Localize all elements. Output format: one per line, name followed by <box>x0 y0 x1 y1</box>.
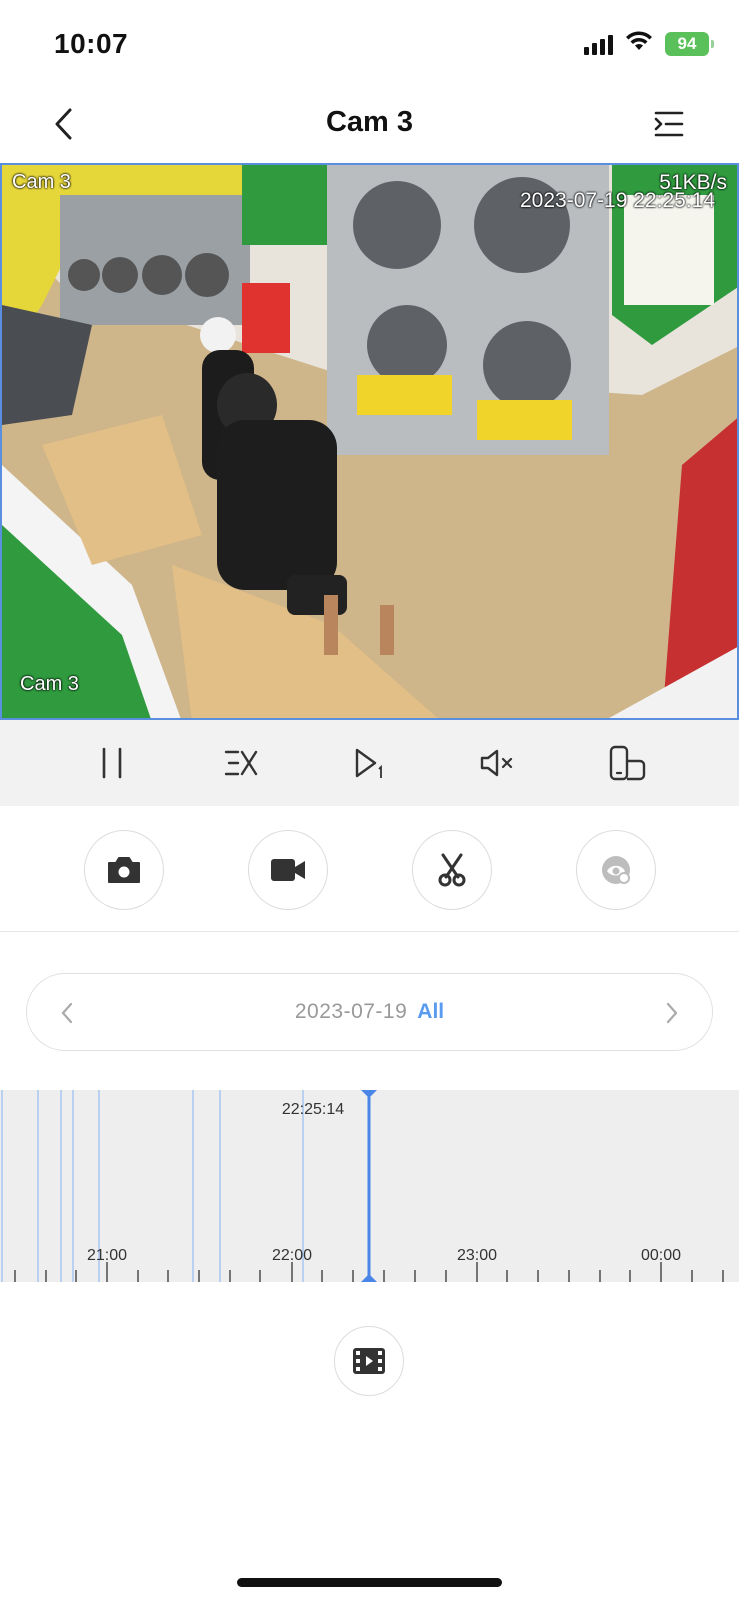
playback-timeline[interactable]: 21:00 22:00 23:00 00:00 22:25:14 <box>0 1090 739 1282</box>
recording-markers <box>1 1090 304 1282</box>
chevron-right-icon <box>666 1002 678 1024</box>
capture-tools <box>0 806 739 932</box>
hour-label: 22:00 <box>272 1247 312 1264</box>
cellular-signal-icon <box>584 33 613 55</box>
channel-menu-button[interactable] <box>647 102 691 146</box>
frame-step-icon <box>356 748 383 778</box>
frame-step-button[interactable] <box>339 733 399 793</box>
date-display[interactable]: 2023-07-19 All <box>27 1000 712 1024</box>
status-indicators: 94 <box>584 30 714 57</box>
hour-label: 00:00 <box>641 1247 681 1264</box>
battery-level: 94 <box>677 33 697 53</box>
page-title: Cam 3 <box>325 106 414 138</box>
record-video-icon <box>271 859 305 881</box>
camera-feed-image <box>2 165 737 718</box>
timeline-track: 21:00 22:00 23:00 00:00 22:25:14 <box>1 1090 724 1282</box>
wifi-icon <box>625 30 653 57</box>
camera-label-bottom: Cam 3 <box>20 673 79 695</box>
battery-icon: 94 <box>665 31 714 56</box>
privacy-eye-icon <box>602 856 630 884</box>
video-player[interactable]: Cam 3 51KB/s 2023-07-19 22:25:14 Cam 3 <box>0 163 739 720</box>
selected-date: 2023-07-19 <box>294 1000 408 1023</box>
film-icon <box>353 1348 385 1374</box>
camera-label-top: Cam 3 <box>12 171 71 193</box>
hour-label: 23:00 <box>457 1247 497 1264</box>
pause-button[interactable] <box>82 733 142 793</box>
snapshot-button[interactable] <box>84 830 164 910</box>
video-timestamp: 2023-07-19 22:25:14 <box>520 189 715 212</box>
playback-control-bar <box>0 720 739 806</box>
rotate-screen-button[interactable] <box>597 733 657 793</box>
speed-icon <box>224 750 258 776</box>
nav-header: Cam 3 <box>0 90 739 160</box>
status-bar: 10:07 94 <box>0 0 739 90</box>
playhead-cursor[interactable] <box>361 1090 377 1282</box>
playback-speed-button[interactable] <box>211 733 271 793</box>
mute-button[interactable] <box>468 733 528 793</box>
pause-icon <box>102 747 122 779</box>
recording-filter[interactable]: All <box>417 1000 444 1023</box>
date-selector: 2023-07-19 All <box>26 973 713 1051</box>
record-button[interactable] <box>248 830 328 910</box>
home-indicator <box>237 1578 502 1587</box>
snapshot-camera-icon <box>108 857 140 883</box>
clip-scissors-icon <box>438 853 466 887</box>
cursor-time-label: 22:25:14 <box>282 1101 344 1118</box>
mute-icon <box>480 749 513 777</box>
recordings-list-button[interactable] <box>334 1326 404 1396</box>
list-indent-icon <box>654 111 684 137</box>
privacy-button[interactable] <box>576 830 656 910</box>
status-time: 10:07 <box>54 28 129 59</box>
clip-button[interactable] <box>412 830 492 910</box>
hour-label: 21:00 <box>87 1247 127 1264</box>
orientation-icon <box>609 745 645 781</box>
next-day-button[interactable] <box>650 991 694 1035</box>
